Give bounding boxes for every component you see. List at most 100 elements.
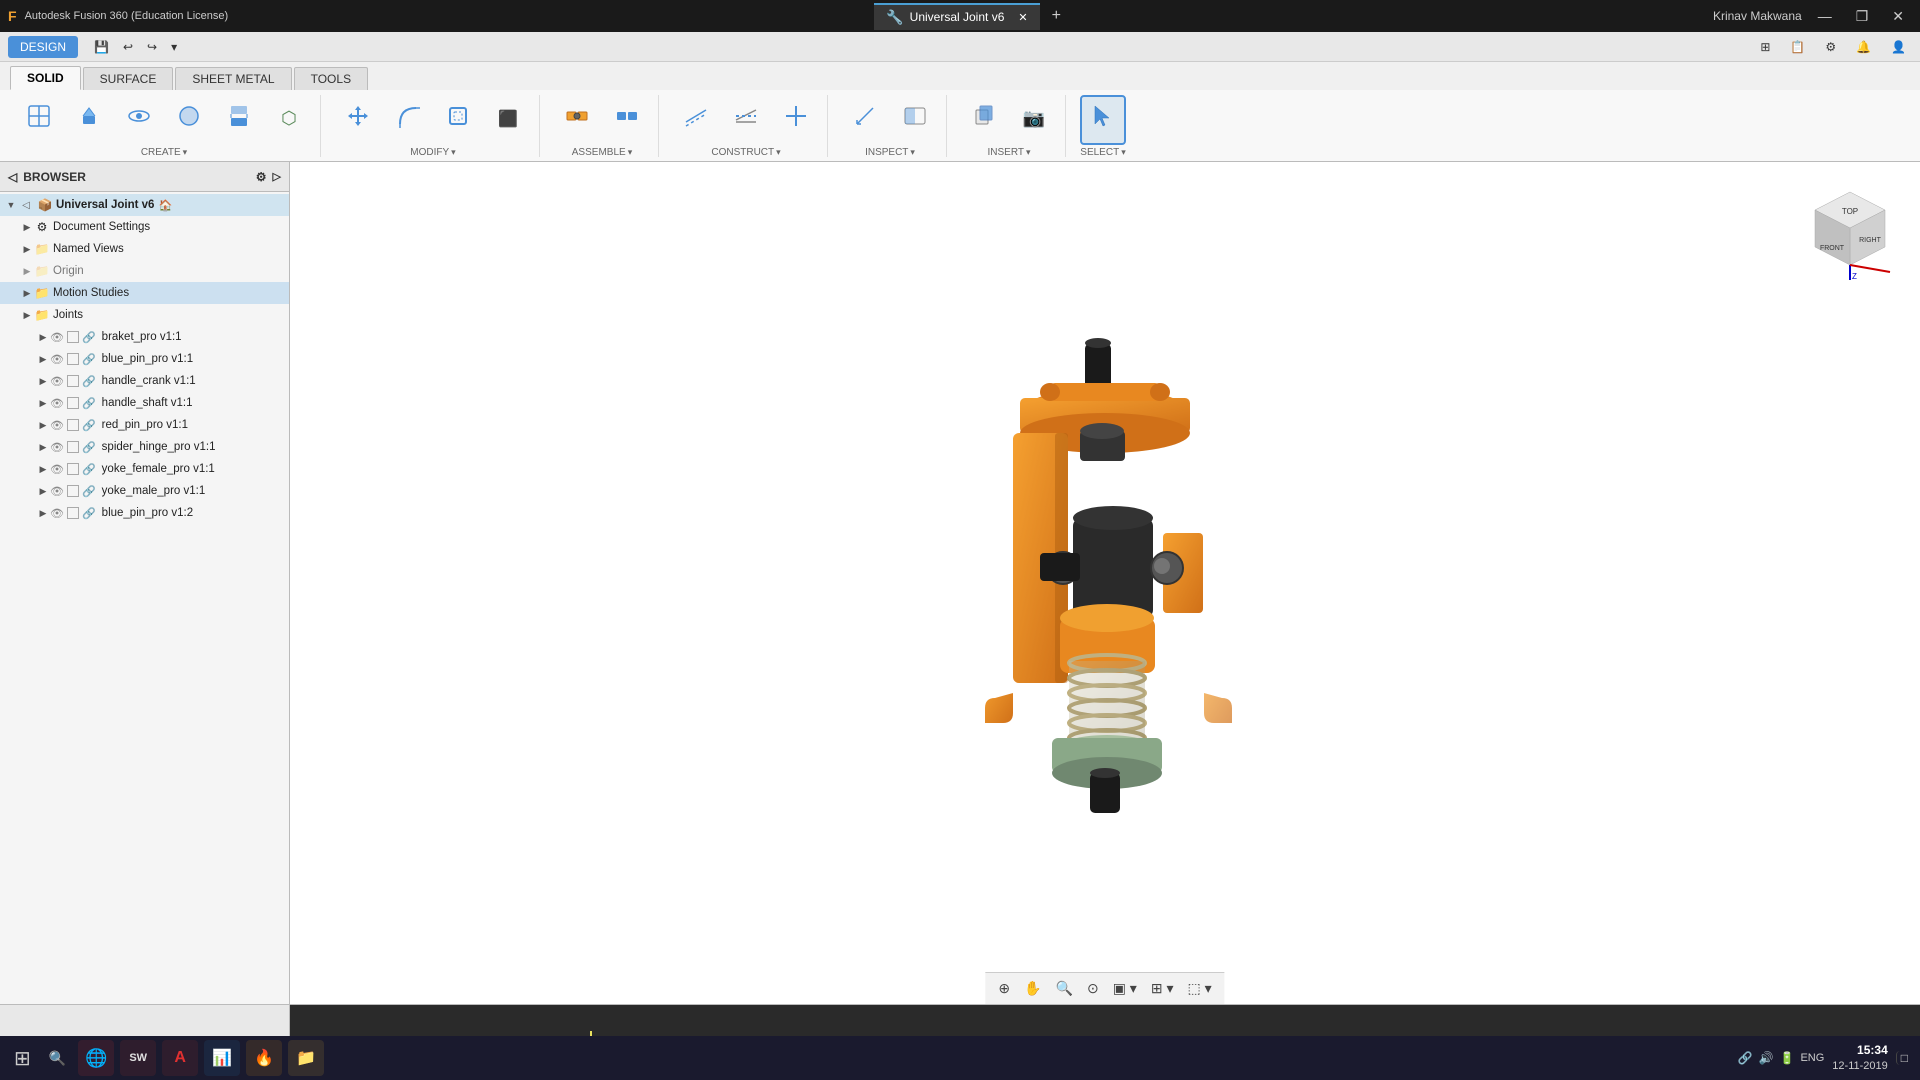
grid-icon[interactable]: ⊞ [1754, 38, 1776, 56]
tab-close-icon[interactable]: ✕ [1018, 11, 1027, 24]
save-button[interactable]: 💾 [88, 38, 115, 56]
viewport-zoom-button[interactable]: 🔍 [1051, 978, 1078, 999]
browser-handle-shaft[interactable]: ▶ 👁 🔗 handle_shaft v1:1 [0, 392, 289, 414]
browser-expand-icon[interactable]: ▷ [273, 170, 281, 183]
toolbar-icon2[interactable]: 📋 [1784, 38, 1811, 56]
handle-crank-eye-icon[interactable]: 👁 [50, 375, 64, 388]
insert-mesh-button[interactable]: 📷 [1011, 95, 1057, 145]
tab-sheetmetal[interactable]: SHEET METAL [175, 67, 291, 90]
modify-arrow[interactable]: ▾ [451, 147, 456, 158]
blue-pin2-box-icon[interactable] [67, 507, 79, 519]
view-cube[interactable]: TOP FRONT RIGHT Z [1800, 182, 1900, 282]
red-pin-box-icon[interactable] [67, 419, 79, 431]
browser-root-item[interactable]: ▼ ◁ 📦 Universal Joint v6 🏠 [0, 194, 289, 216]
fillet-button[interactable] [385, 95, 431, 145]
root-expand-arrow[interactable]: ▼ [4, 198, 18, 212]
browser-yoke-male[interactable]: ▶ 👁 🔗 yoke_male_pro v1:1 [0, 480, 289, 502]
show-desktop-button[interactable]: □ [1896, 1051, 1912, 1065]
blue-pin1-eye-icon[interactable]: 👁 [50, 353, 64, 366]
red-pin-eye-icon[interactable]: 👁 [50, 419, 64, 432]
braket-link-icon[interactable]: 🔗 [82, 331, 96, 344]
viewport-grid-button[interactable]: ⊞ ▾ [1146, 978, 1179, 999]
viewport[interactable]: TOP FRONT RIGHT Z ⊕ ✋ 🔍 ⊙ ▣ ▾ ⊞ ▾ ⬚ ▾ [290, 162, 1920, 1004]
handle-shaft-arrow[interactable]: ▶ [36, 396, 50, 410]
viewport-fit-button[interactable]: ⊙ [1082, 978, 1104, 999]
offset-plane-button[interactable] [673, 95, 719, 145]
insert-derive-button[interactable] [961, 95, 1007, 145]
blue-pin2-eye-icon[interactable]: 👁 [50, 507, 64, 520]
browser-collapse-icon[interactable]: ◁ [8, 170, 17, 184]
handle-shaft-eye-icon[interactable]: 👁 [50, 397, 64, 410]
browser-yoke-female[interactable]: ▶ 👁 🔗 yoke_female_pro v1:1 [0, 458, 289, 480]
spider-hinge-eye-icon[interactable]: 👁 [50, 441, 64, 454]
tab-tools[interactable]: TOOLS [294, 67, 368, 90]
browser-blue-pin2[interactable]: ▶ 👁 🔗 blue_pin_pro v1:2 [0, 502, 289, 524]
handle-crank-link-icon[interactable]: 🔗 [82, 375, 96, 388]
spider-hinge-box-icon[interactable] [67, 441, 79, 453]
tab-surface[interactable]: SURFACE [83, 67, 174, 90]
taskbar-autocad[interactable]: A [162, 1040, 198, 1076]
more-button[interactable]: ▾ [165, 38, 183, 56]
maximize-button[interactable]: ❐ [1848, 6, 1877, 27]
blue-pin1-arrow[interactable]: ▶ [36, 352, 50, 366]
viewport-display-button[interactable]: ▣ ▾ [1108, 978, 1142, 999]
browser-gear-icon[interactable]: ⚙ [256, 170, 267, 184]
toolbar-icon5[interactable]: 👤 [1885, 38, 1912, 56]
taskbar-explorer[interactable]: 📁 [288, 1040, 324, 1076]
construct-arrow[interactable]: ▾ [776, 147, 781, 158]
yoke-female-eye-icon[interactable]: 👁 [50, 463, 64, 476]
browser-braket[interactable]: ▶ 👁 🔗 braket_pro v1:1 [0, 326, 289, 348]
braket-eye-icon[interactable]: 👁 [50, 331, 64, 344]
spider-hinge-link-icon[interactable]: 🔗 [82, 441, 96, 454]
browser-joints[interactable]: ▶ 📁 Joints [0, 304, 289, 326]
blue-pin1-box-icon[interactable] [67, 353, 79, 365]
minimize-button[interactable]: — [1810, 6, 1840, 26]
named-views-arrow[interactable]: ▶ [20, 242, 34, 256]
select-arrow[interactable]: ▾ [1121, 147, 1126, 158]
braket-box-icon[interactable] [67, 331, 79, 343]
browser-blue-pin1[interactable]: ▶ 👁 🔗 blue_pin_pro v1:1 [0, 348, 289, 370]
taskbar-solidworks[interactable]: SW [120, 1040, 156, 1076]
main-tab[interactable]: 🔧 Universal Joint v6 ✕ [874, 3, 1039, 30]
blue-pin2-link-icon[interactable]: 🔗 [82, 507, 96, 520]
insert-arrow[interactable]: ▾ [1026, 147, 1031, 158]
revolve-button[interactable] [116, 95, 162, 145]
yoke-male-eye-icon[interactable]: 👁 [50, 485, 64, 498]
yoke-female-box-icon[interactable] [67, 463, 79, 475]
tab-solid[interactable]: SOLID [10, 66, 81, 90]
axis-button[interactable] [773, 95, 819, 145]
yoke-female-link-icon[interactable]: 🔗 [82, 463, 96, 476]
draft-button[interactable]: ⬛ [485, 95, 531, 145]
select-button[interactable] [1080, 95, 1126, 145]
measure-button[interactable] [842, 95, 888, 145]
undo-button[interactable]: ↩ [117, 38, 139, 56]
blue-pin1-link-icon[interactable]: 🔗 [82, 353, 96, 366]
viewport-pan-button[interactable]: ✋ [1019, 978, 1046, 999]
braket-arrow[interactable]: ▶ [36, 330, 50, 344]
move-button[interactable] [335, 95, 381, 145]
redo-button[interactable]: ↪ [141, 38, 163, 56]
toolbar-icon4[interactable]: 🔔 [1850, 38, 1877, 56]
browser-red-pin[interactable]: ▶ 👁 🔗 red_pin_pro v1:1 [0, 414, 289, 436]
taskbar-search-button[interactable]: 🔍 [43, 1046, 72, 1071]
taskbar-firebase[interactable]: 🔥 [246, 1040, 282, 1076]
browser-named-views[interactable]: ▶ 📁 Named Views [0, 238, 289, 260]
browser-handle-crank[interactable]: ▶ 👁 🔗 handle_crank v1:1 [0, 370, 289, 392]
handle-shaft-box-icon[interactable] [67, 397, 79, 409]
yoke-male-arrow[interactable]: ▶ [36, 484, 50, 498]
yoke-male-link-icon[interactable]: 🔗 [82, 485, 96, 498]
browser-doc-settings[interactable]: ▶ ⚙ Document Settings [0, 216, 289, 238]
extrude-button[interactable] [66, 95, 112, 145]
toolbar-icon3[interactable]: ⚙ [1819, 38, 1842, 56]
taskbar-app4[interactable]: 📊 [204, 1040, 240, 1076]
red-pin-arrow[interactable]: ▶ [36, 418, 50, 432]
yoke-female-arrow[interactable]: ▶ [36, 462, 50, 476]
blue-pin2-arrow[interactable]: ▶ [36, 506, 50, 520]
handle-crank-box-icon[interactable] [67, 375, 79, 387]
origin-arrow[interactable]: ▶ [20, 264, 34, 278]
sweep-button[interactable] [166, 95, 212, 145]
inspect-arrow[interactable]: ▾ [910, 147, 915, 158]
design-button[interactable]: DESIGN [8, 36, 78, 58]
new-component-button[interactable] [16, 95, 62, 145]
shell-button[interactable] [435, 95, 481, 145]
